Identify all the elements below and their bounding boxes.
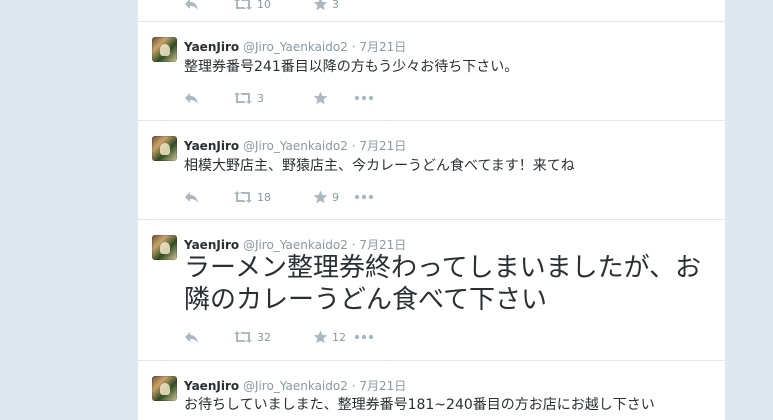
avatar[interactable] [152, 235, 177, 260]
reply-icon [185, 93, 198, 104]
author-handle[interactable]: @Jiro_Yaenkaido2 [243, 379, 348, 393]
reply-icon [185, 0, 198, 10]
retweet-icon [234, 331, 252, 343]
author-name[interactable]: YaenJiro [184, 238, 239, 252]
timestamp[interactable]: 7月21日 [359, 238, 406, 252]
favorite-button[interactable]: 9 [313, 189, 339, 205]
avatar[interactable] [152, 37, 177, 62]
tweet-item[interactable]: 10 3 [138, 0, 725, 21]
separator: · [351, 139, 356, 153]
author-handle[interactable]: @Jiro_Yaenkaido2 [243, 40, 348, 54]
timestamp[interactable]: 7月21日 [359, 379, 406, 393]
tweet-header: YaenJiro @Jiro_Yaenkaido2 · 7月21日 [184, 137, 406, 154]
author-handle[interactable]: @Jiro_Yaenkaido2 [243, 139, 348, 153]
more-icon [354, 334, 374, 340]
tweet-text: ラーメン整理券終わってしまいましたが、お隣のカレーうどん食べて下さい [184, 253, 702, 315]
reply-button[interactable] [184, 90, 200, 106]
star-icon [313, 330, 328, 344]
star-icon [313, 0, 328, 11]
timestamp[interactable]: 7月21日 [359, 40, 406, 54]
favorite-button[interactable]: 3 [313, 0, 339, 12]
retweet-icon [234, 92, 252, 104]
more-button[interactable] [354, 90, 374, 106]
tweet-text: お待ちしていましまた、整理券番号181~240番目の方お店にお越し下さい [184, 397, 655, 413]
tweet-header: YaenJiro @Jiro_Yaenkaido2 · 7月21日 [184, 38, 406, 55]
reply-button[interactable] [184, 329, 200, 345]
star-icon [313, 91, 328, 105]
more-button[interactable] [354, 329, 374, 345]
star-icon [313, 190, 328, 204]
more-icon [354, 95, 374, 101]
retweet-count: 10 [257, 0, 271, 11]
reply-button[interactable] [184, 189, 200, 205]
favorite-count: 12 [332, 330, 346, 344]
tweet-item[interactable]: YaenJiro @Jiro_Yaenkaido2 · 7月21日 ラーメン整理… [138, 219, 725, 360]
reply-button[interactable] [184, 0, 200, 12]
tweet-item[interactable]: YaenJiro @Jiro_Yaenkaido2 · 7月21日 お待ちしてい… [138, 360, 725, 420]
retweet-icon [234, 0, 252, 10]
favorite-button[interactable]: 12 [313, 329, 346, 345]
tweet-text: 整理券番号241番目以降の方もう少々お待ち下さい。 [184, 59, 519, 75]
avatar[interactable] [152, 376, 177, 401]
tweet-text: 相模大野店主、野猿店主、今カレーうどん食べてます！来てね [184, 158, 575, 174]
separator: · [351, 40, 356, 54]
retweet-button[interactable]: 32 [233, 329, 271, 345]
author-name[interactable]: YaenJiro [184, 139, 239, 153]
retweet-count: 32 [257, 330, 271, 344]
separator: · [351, 238, 356, 252]
favorite-count: 9 [332, 190, 339, 204]
retweet-icon [234, 191, 252, 203]
author-name[interactable]: YaenJiro [184, 40, 239, 54]
retweet-count: 3 [257, 91, 264, 105]
more-icon [354, 194, 374, 200]
reply-icon [185, 192, 198, 203]
author-name[interactable]: YaenJiro [184, 379, 239, 393]
tweet-header: YaenJiro @Jiro_Yaenkaido2 · 7月21日 [184, 236, 406, 253]
tweet-item[interactable]: YaenJiro @Jiro_Yaenkaido2 · 7月21日 整理券番号2… [138, 21, 725, 120]
author-handle[interactable]: @Jiro_Yaenkaido2 [243, 238, 348, 252]
favorite-count: 3 [332, 0, 339, 11]
timestamp[interactable]: 7月21日 [359, 139, 406, 153]
retweet-button[interactable]: 10 [233, 0, 271, 12]
avatar[interactable] [152, 136, 177, 161]
retweet-button[interactable]: 3 [233, 90, 264, 106]
more-button[interactable] [354, 189, 374, 205]
favorite-button[interactable] [313, 90, 332, 106]
separator: · [351, 379, 356, 393]
retweet-button[interactable]: 18 [233, 189, 271, 205]
tweet-header: YaenJiro @Jiro_Yaenkaido2 · 7月21日 [184, 377, 406, 394]
retweet-count: 18 [257, 190, 271, 204]
reply-icon [185, 332, 198, 343]
timeline: 10 3 YaenJiro @Jiro_Yaenkaido2 · 7月21日 整… [137, 0, 726, 420]
tweet-item[interactable]: YaenJiro @Jiro_Yaenkaido2 · 7月21日 相模大野店主… [138, 120, 725, 219]
